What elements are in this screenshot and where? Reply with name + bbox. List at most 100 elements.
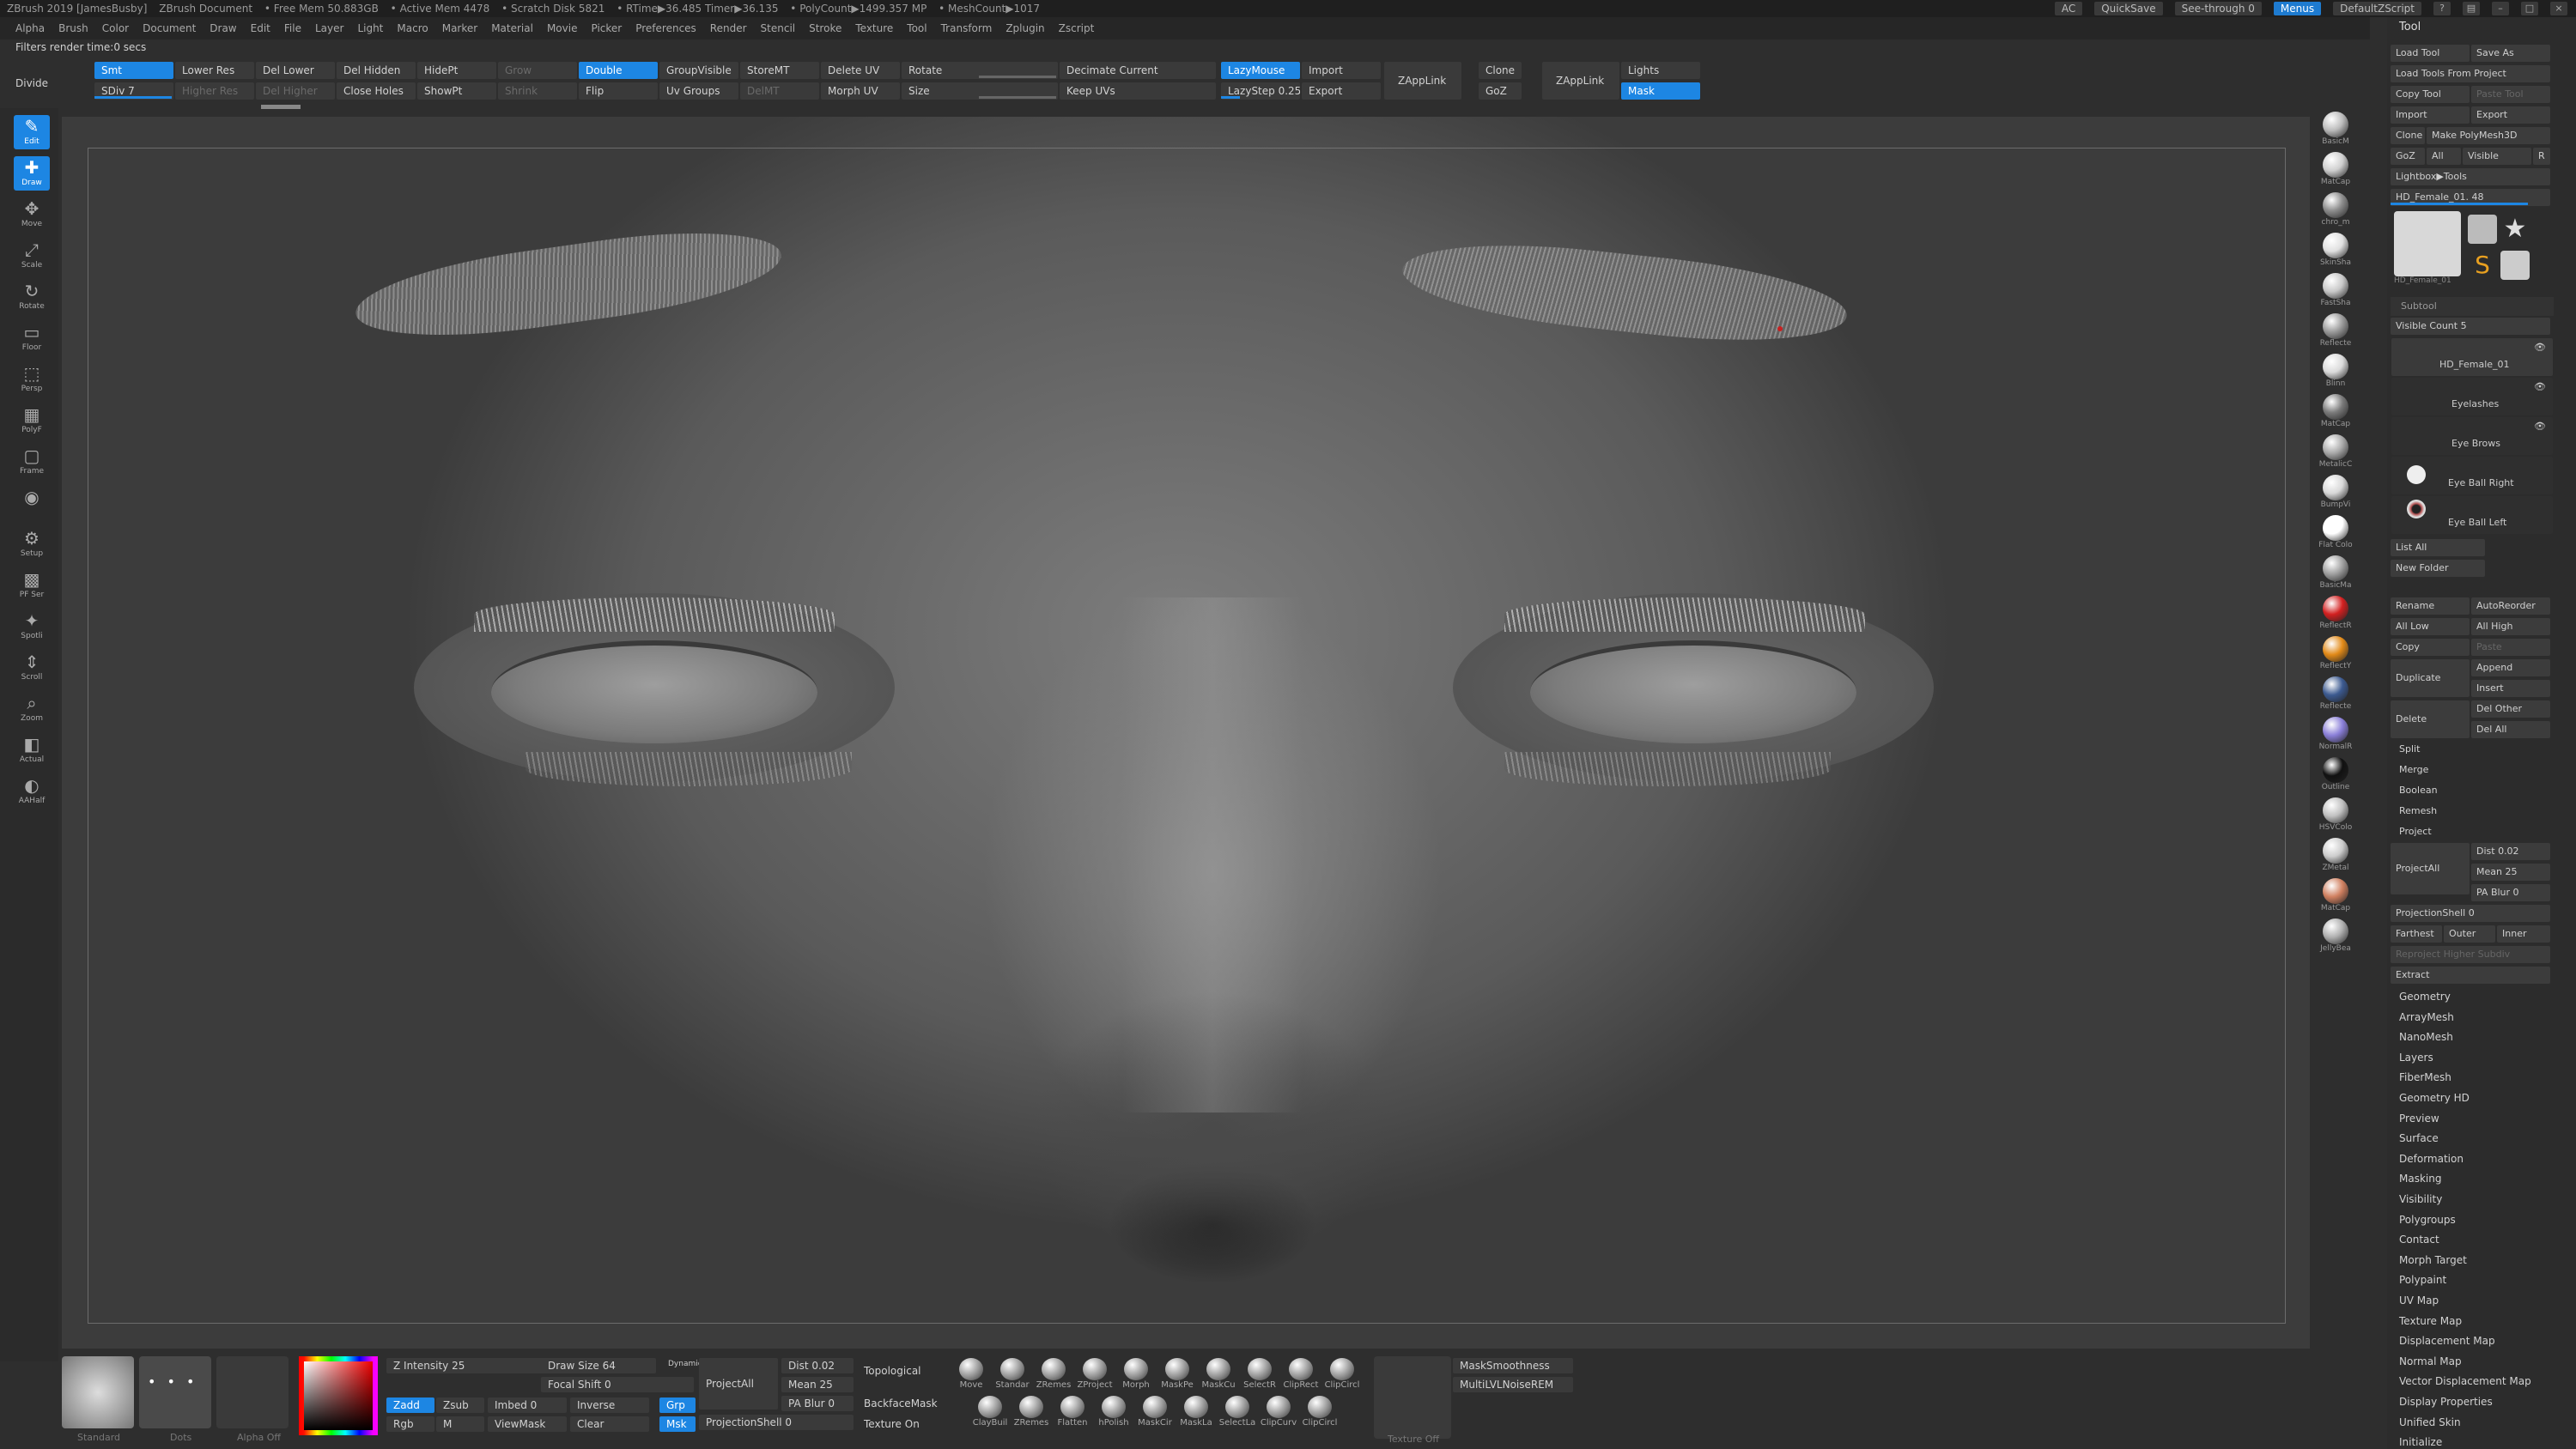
menu-texture[interactable]: Texture <box>855 17 893 39</box>
ac-button[interactable]: AC <box>2054 2 2083 15</box>
hidept-button[interactable]: HidePt <box>417 62 496 79</box>
autoreorder-button[interactable]: AutoReorder <box>2471 597 2550 615</box>
see-through-slider[interactable]: See-through 0 <box>2174 2 2262 15</box>
shelf-button-persp[interactable]: ⬚ Persp <box>14 362 50 397</box>
zsub-button[interactable]: Zsub <box>436 1397 484 1413</box>
subtool-item-eyelashes[interactable]: Eyelashes 👁 <box>2391 378 2553 415</box>
brush-slot[interactable]: ClipCircl <box>1322 1356 1362 1394</box>
save-as-button[interactable]: Save As <box>2471 45 2550 62</box>
brush-slot[interactable]: hPolish <box>1094 1394 1133 1432</box>
shelf-button-rotate[interactable]: ↻ Rotate <box>14 280 50 314</box>
alpha-thumbnail[interactable] <box>216 1356 289 1428</box>
grow-button[interactable]: Grow <box>498 62 577 79</box>
sdiv-slider[interactable]: SDiv 7 <box>94 82 173 100</box>
brush-thumbnail[interactable] <box>62 1356 134 1428</box>
rename-button[interactable]: Rename <box>2391 597 2470 615</box>
shelf-button-floor[interactable]: ▭ Floor <box>14 321 50 355</box>
material-swatch[interactable]: BasicMa <box>2317 555 2354 593</box>
subtool-copy-button[interactable]: Copy <box>2391 639 2470 656</box>
tool-section-initialize[interactable]: Initialize <box>2399 1436 2442 1448</box>
material-swatch[interactable]: Flat Colo <box>2317 515 2354 553</box>
lazymouse-button[interactable]: LazyMouse <box>1221 62 1300 79</box>
brush-slot[interactable]: ZProject <box>1075 1356 1115 1394</box>
brush-slot[interactable]: ZRemes <box>1034 1356 1073 1394</box>
boolean-section[interactable]: Boolean <box>2399 785 2438 796</box>
z-intensity-slider[interactable]: Z Intensity 25 <box>386 1358 544 1373</box>
import-button[interactable]: Import <box>1302 62 1381 79</box>
brush-slot[interactable]: ClipCurv <box>1259 1394 1298 1432</box>
subtool-item-hd-female[interactable]: HD_Female_01 👁 <box>2391 338 2553 376</box>
list-all-button[interactable]: List All <box>2391 539 2485 556</box>
brush-slot[interactable]: MaskCir <box>1135 1394 1175 1432</box>
subtool-paste-button[interactable]: Paste <box>2471 639 2550 656</box>
material-swatch[interactable]: FastSha <box>2317 273 2354 311</box>
tool-section-layers[interactable]: Layers <box>2399 1052 2433 1064</box>
outer-button[interactable]: Outer <box>2444 925 2495 943</box>
mean-slider[interactable]: Mean 25 <box>2471 864 2550 881</box>
toolbar-scroll-handle[interactable] <box>261 105 301 109</box>
material-swatch[interactable]: JellyBea <box>2317 919 2354 956</box>
menu-draw[interactable]: Draw <box>210 17 236 39</box>
brush-slot[interactable]: Move <box>951 1356 991 1394</box>
delmt-button[interactable]: DelMT <box>740 82 819 100</box>
tool-clone-button[interactable]: Clone <box>2391 127 2425 144</box>
brush-slot[interactable]: MaskPe <box>1157 1356 1197 1394</box>
divide-button[interactable]: Divide <box>9 70 91 96</box>
load-tool-button[interactable]: Load Tool <box>2391 45 2470 62</box>
size-slider[interactable]: Size <box>902 82 1058 100</box>
tool-thumb-hd-female[interactable] <box>2394 211 2461 276</box>
brush-slot[interactable]: Flatten <box>1053 1394 1092 1432</box>
menu-stencil[interactable]: Stencil <box>761 17 796 39</box>
new-folder-button[interactable]: New Folder <box>2391 560 2485 577</box>
del-hidden-button[interactable]: Del Hidden <box>337 62 416 79</box>
goz-button[interactable]: GoZ <box>1479 82 1522 100</box>
brush-slot[interactable]: SelectR <box>1240 1356 1279 1394</box>
tool-section-deformation[interactable]: Deformation <box>2399 1153 2464 1165</box>
menu-layer[interactable]: Layer <box>315 17 343 39</box>
inverse-button[interactable]: Inverse <box>570 1397 649 1413</box>
close-holes-button[interactable]: Close Holes <box>337 82 416 100</box>
zapplink2-button[interactable]: ZAppLink <box>1542 62 1619 100</box>
tool-section-masking[interactable]: Masking <box>2399 1173 2441 1185</box>
shelf-button-frame[interactable]: ▢ Frame <box>14 445 50 479</box>
goz-all-button[interactable]: All <box>2427 148 2461 165</box>
menu-light[interactable]: Light <box>357 17 383 39</box>
tool-section-geometry-hd[interactable]: Geometry HD <box>2399 1092 2470 1104</box>
texture-on-button[interactable]: Texture On <box>857 1416 938 1432</box>
subtool-item-eye-ball-left[interactable]: Eye Ball Left <box>2391 496 2553 534</box>
tool-section-surface[interactable]: Surface <box>2399 1132 2439 1144</box>
menu-edit[interactable]: Edit <box>251 17 270 39</box>
del-all-button[interactable]: Del All <box>2471 721 2550 738</box>
menu-material[interactable]: Material <box>491 17 533 39</box>
brush-slot[interactable]: SelectLa <box>1218 1394 1257 1432</box>
subtool-item-eye-ball-right[interactable]: Eye Ball Right <box>2391 457 2553 494</box>
canvas-viewport[interactable] <box>62 117 2310 1349</box>
dynamic-button[interactable]: Dynamic <box>668 1360 702 1368</box>
uv-groups-button[interactable]: Uv Groups <box>659 82 738 100</box>
brush-slot[interactable]: ZRemes <box>1012 1394 1051 1432</box>
tool-section-visibility[interactable]: Visibility <box>2399 1193 2442 1205</box>
masksmoothness-button[interactable]: MaskSmoothness <box>1453 1358 1573 1373</box>
delete-button[interactable]: Delete <box>2391 700 2470 738</box>
tool-section-polygroups[interactable]: Polygroups <box>2399 1214 2456 1226</box>
material-swatch[interactable]: Outline <box>2317 757 2354 795</box>
eye-icon[interactable]: 👁 <box>2534 342 2546 353</box>
pa-blur-bottom-slider[interactable]: PA Blur 0 <box>781 1396 854 1411</box>
material-swatch[interactable]: MatCap <box>2317 152 2354 190</box>
brush-slot[interactable]: ClipCircl <box>1300 1394 1340 1432</box>
lights-button[interactable]: Lights <box>1621 62 1700 79</box>
mean-bottom-slider[interactable]: Mean 25 <box>781 1377 854 1392</box>
material-swatch[interactable]: Blinn <box>2317 354 2354 391</box>
del-lower-button[interactable]: Del Lower <box>256 62 335 79</box>
all-low-button[interactable]: All Low <box>2391 618 2470 635</box>
subtool-item-eye-brows[interactable]: Eye Brows 👁 <box>2391 417 2553 455</box>
dist-bottom-slider[interactable]: Dist 0.02 <box>781 1358 854 1373</box>
paste-tool-button[interactable]: Paste Tool <box>2471 86 2550 103</box>
visible-count-slider[interactable]: Visible Count 5 <box>2391 318 2550 335</box>
tool-section-vector-displacement-map[interactable]: Vector Displacement Map <box>2399 1375 2531 1387</box>
stroke-thumbnail[interactable]: • • • <box>139 1356 211 1428</box>
focal-shift-slider[interactable]: Focal Shift 0 <box>541 1377 694 1392</box>
reproject-button[interactable]: Reproject Higher Subdiv <box>2391 946 2550 963</box>
shelf-button-polyf[interactable]: ▦ PolyF <box>14 403 50 438</box>
layout-icon[interactable]: ▤ <box>2463 2 2480 15</box>
